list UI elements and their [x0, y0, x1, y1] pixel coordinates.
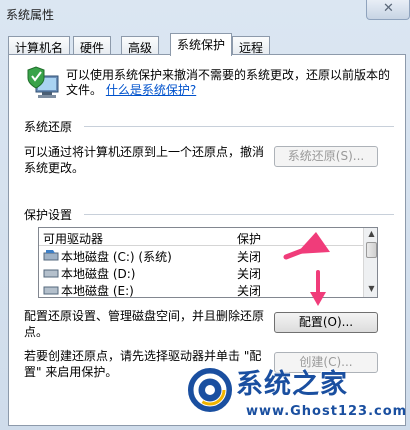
- group-divider: [84, 214, 394, 215]
- table-row[interactable]: 本地磁盘 (C:) (系统) 关闭: [39, 247, 363, 264]
- drive-name: 本地磁盘 (E:): [61, 284, 134, 298]
- scroll-down-icon[interactable]: ▼: [366, 284, 377, 295]
- tab-advanced[interactable]: 高级: [121, 36, 160, 55]
- tab-computer-name[interactable]: 计算机名: [8, 36, 71, 55]
- system-protection-icon: [27, 66, 59, 98]
- drive-protection-status: 关闭: [237, 284, 262, 298]
- drive-name: 本地磁盘 (C:) (系统): [61, 250, 172, 264]
- system-restore-group-label: 系统还原: [24, 120, 73, 134]
- scroll-up-icon[interactable]: ▲: [366, 229, 377, 240]
- drive-name: 本地磁盘 (D:): [61, 267, 136, 281]
- table-row[interactable]: 本地磁盘 (E:) 关闭: [39, 281, 363, 298]
- system-properties-window: 系统属性 ✕ 计算机名 硬件 高级 系统保护 远程 可以使用系统保护来撤消不需要…: [0, 0, 410, 430]
- intro-text: 可以使用系统保护来撤消不需要的系统更改，还原以前版本的文件。 什么是系统保护?: [66, 68, 396, 98]
- watermark: 系统之家 www.Ghost123.com: [176, 362, 410, 430]
- tab-system-protection[interactable]: 系统保护: [170, 33, 233, 56]
- close-icon: ✕: [383, 1, 394, 16]
- system-restore-button[interactable]: 系统还原(S)...: [274, 146, 378, 167]
- group-divider: [84, 126, 394, 127]
- drive-icon: [43, 269, 59, 278]
- configure-button[interactable]: 配置(O)...: [274, 312, 378, 333]
- drive-list-scrollbar[interactable]: ▲ ▼: [363, 228, 377, 297]
- protection-settings-group-label: 保护设置: [24, 208, 73, 222]
- tab-hardware[interactable]: 硬件: [73, 36, 112, 55]
- configure-description: 配置还原设置、管理磁盘空间，并且删除还原点。: [24, 309, 265, 339]
- watermark-url: www.Ghost123.com: [246, 404, 408, 419]
- system-restore-description: 可以通过将计算机还原到上一个还原点，撤消系统更改。: [24, 145, 265, 175]
- drive-list[interactable]: 可用驱动器 保护 本地磁盘 (C:) (系统) 关闭 本地磁盘 (D:) 关闭 …: [38, 227, 378, 298]
- system-drive-icon: [43, 250, 59, 261]
- table-row[interactable]: 本地磁盘 (D:) 关闭: [39, 264, 363, 281]
- drive-list-header: 可用驱动器 保护: [39, 228, 363, 246]
- tab-strip: 计算机名 硬件 高级 系统保护 远程: [8, 33, 408, 56]
- drive-icon: [43, 286, 59, 295]
- watermark-logo-icon: [186, 366, 234, 414]
- scroll-thumb[interactable]: [366, 242, 377, 258]
- watermark-title: 系统之家: [236, 369, 348, 400]
- window-title: 系统属性: [6, 8, 55, 22]
- column-available-drives[interactable]: 可用驱动器: [43, 230, 103, 247]
- close-button[interactable]: ✕: [366, 0, 410, 20]
- what-is-system-protection-link[interactable]: 什么是系统保护?: [106, 83, 196, 97]
- tab-remote[interactable]: 远程: [232, 36, 271, 55]
- title-bar[interactable]: 系统属性 ✕: [0, 0, 410, 30]
- drive-protection-status: 关闭: [237, 250, 262, 264]
- column-protection[interactable]: 保护: [237, 230, 261, 247]
- drive-protection-status: 关闭: [237, 267, 262, 281]
